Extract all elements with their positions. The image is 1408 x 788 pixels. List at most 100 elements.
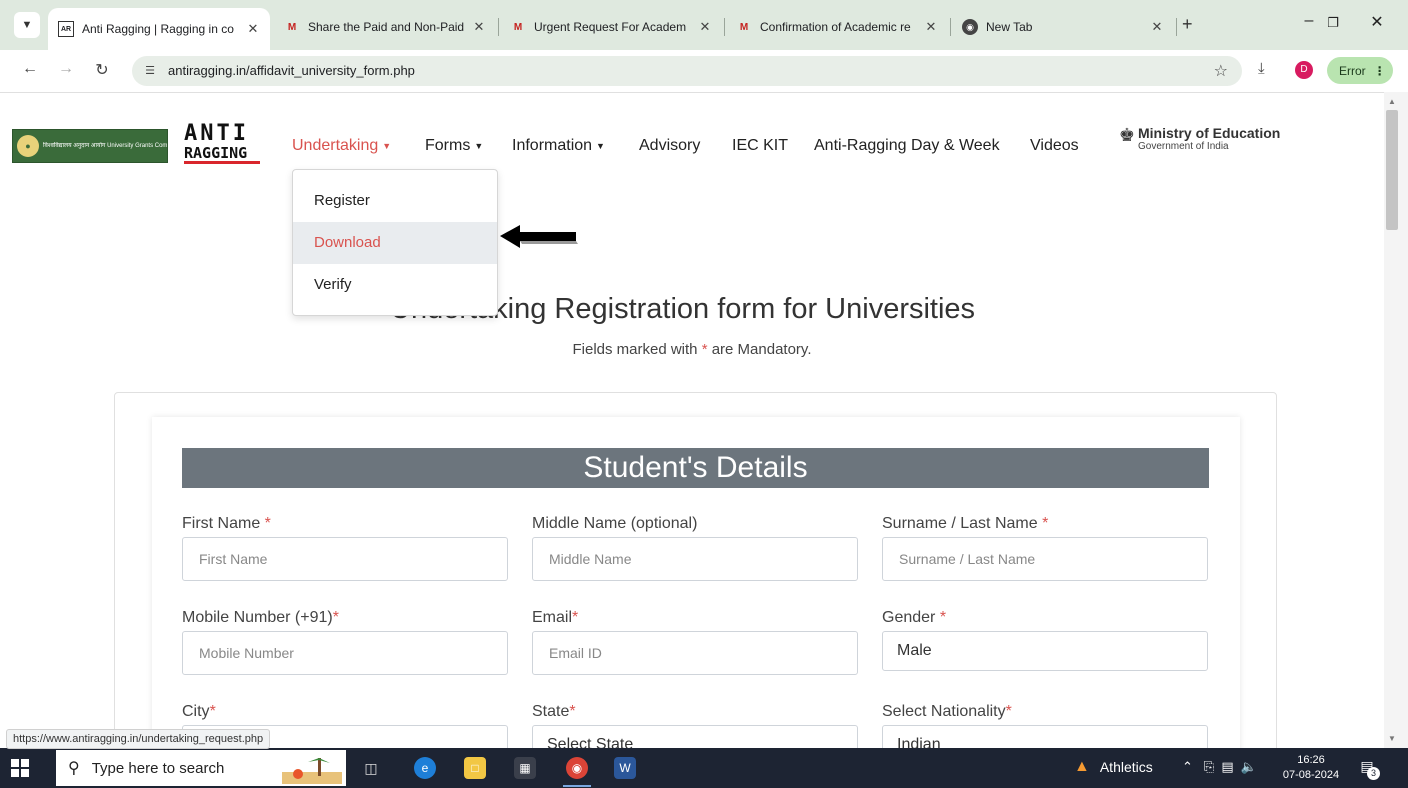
error-menu-button[interactable]: Error ⋮ xyxy=(1327,57,1393,84)
browser-tab-strip: ▼ AR Anti Ragging | Ragging in co ✕ M Sh… xyxy=(0,0,1408,50)
ugc-logo-text: विश्वविद्यालय अनुदान आयोग University Gra… xyxy=(43,143,167,149)
section-header-student-details: Student's Details xyxy=(182,448,1209,488)
tab-gmail-confirmation[interactable]: M Confirmation of Academic re ✕ xyxy=(726,10,948,44)
nav-videos[interactable]: Videos xyxy=(1030,137,1079,155)
label-text: City xyxy=(182,703,210,720)
national-emblem-icon: ♚ xyxy=(1118,125,1136,145)
anti-ragging-logo[interactable]: ANTI RAGGING xyxy=(184,123,264,167)
word-icon[interactable]: W xyxy=(614,757,636,779)
tab-gmail-share[interactable]: M Share the Paid and Non-Paid ✕ xyxy=(274,10,496,44)
task-view-icon[interactable]: ◫ xyxy=(360,757,382,779)
required-star: * xyxy=(1005,703,1012,720)
email-input[interactable]: Email ID xyxy=(532,631,858,675)
tab-title: New Tab xyxy=(986,20,1033,34)
reload-icon[interactable]: ↻ xyxy=(90,60,114,80)
dropdown-item-register[interactable]: Register xyxy=(293,180,497,222)
caret-down-icon: ▼ xyxy=(474,140,484,151)
taskbar-clock[interactable]: 16:26 07-08-2024 xyxy=(1278,753,1344,783)
nav-advisory[interactable]: Advisory xyxy=(639,137,700,155)
tab-search-button[interactable]: ▼ xyxy=(14,12,40,38)
nav-information[interactable]: Information ▼ xyxy=(512,137,605,155)
middle-name-label: Middle Name (optional) xyxy=(532,515,697,533)
url-text: antiragging.in/affidavit_university_form… xyxy=(168,63,415,78)
notification-center-icon[interactable]: ▤ 3 xyxy=(1356,758,1380,780)
mobile-number-input[interactable]: Mobile Number xyxy=(182,631,508,675)
edge-browser-icon[interactable]: e xyxy=(414,757,436,779)
weather-label: Athletics xyxy=(1099,759,1153,775)
clock-date: 07-08-2024 xyxy=(1282,769,1340,781)
required-star: * xyxy=(1042,515,1049,532)
gmail-icon: M xyxy=(287,21,297,33)
new-tab-button[interactable]: + xyxy=(1182,14,1193,35)
tab-title: Urgent Request For Academ xyxy=(534,20,687,34)
required-star: * xyxy=(939,609,947,626)
system-tray[interactable]: ⌃ ⎘ ▤ 🔈 xyxy=(1182,759,1257,775)
volume-icon[interactable]: 🔈 xyxy=(1241,759,1257,774)
address-bar[interactable]: ☰ antiragging.in/affidavit_university_fo… xyxy=(132,56,1242,86)
dropdown-item-verify[interactable]: Verify xyxy=(293,264,497,306)
label-text: First Name xyxy=(182,515,265,532)
network-icon[interactable]: ▤ xyxy=(1221,759,1233,774)
dropdown-item-download[interactable]: Download xyxy=(293,222,497,264)
windows-start-icon[interactable] xyxy=(10,758,30,778)
window-close-icon[interactable]: ✕ xyxy=(1362,12,1392,32)
ministry-of-education-logo[interactable]: ♚ Ministry of Education Government of In… xyxy=(1116,125,1280,159)
scroll-down-icon[interactable]: ▼ xyxy=(1388,734,1396,743)
chevron-up-icon[interactable]: ⌃ xyxy=(1182,759,1193,774)
tab-title: Confirmation of Academic re xyxy=(760,20,911,34)
microsoft-store-icon[interactable]: ▦ xyxy=(514,757,536,779)
nationality-select[interactable]: Indian xyxy=(882,725,1208,748)
close-icon[interactable]: ✕ xyxy=(472,19,486,35)
close-icon[interactable]: ✕ xyxy=(246,21,260,37)
mandatory-prefix: Fields marked with xyxy=(572,341,702,358)
label-text: Select Nationality xyxy=(882,703,1006,720)
weather-widget[interactable]: ▲ Athletics xyxy=(1074,758,1153,776)
surname-label: Surname / Last Name * xyxy=(882,515,1048,533)
label-text: Gender xyxy=(882,609,940,626)
close-icon[interactable]: ✕ xyxy=(1150,19,1164,35)
arrow-pointer-icon xyxy=(500,225,578,248)
nav-anti-ragging-day[interactable]: Anti-Ragging Day & Week xyxy=(814,137,1000,155)
tab-title: Anti Ragging | Ragging in co xyxy=(82,22,234,36)
close-icon[interactable]: ✕ xyxy=(924,19,938,35)
state-select[interactable]: Select State xyxy=(532,725,858,748)
nav-forms[interactable]: Forms ▼ xyxy=(425,137,483,155)
profile-avatar[interactable]: D xyxy=(1295,61,1313,79)
first-name-input[interactable]: First Name xyxy=(182,537,508,581)
gender-select[interactable]: Male xyxy=(882,631,1208,671)
surname-input[interactable]: Surname / Last Name xyxy=(882,537,1208,581)
screen: ▼ AR Anti Ragging | Ragging in co ✕ M Sh… xyxy=(0,0,1408,788)
tab-new-tab[interactable]: ◉ New Tab ✕ xyxy=(952,10,1174,44)
bookmark-star-icon[interactable]: ☆ xyxy=(1214,61,1228,81)
required-star: * xyxy=(209,703,216,720)
caret-down-icon: ▼ xyxy=(382,140,392,151)
city-label: City* xyxy=(182,703,216,721)
back-icon[interactable]: ← xyxy=(18,60,42,78)
meet-icon[interactable]: ⎘ xyxy=(1204,759,1214,774)
gender-label: Gender * xyxy=(882,609,946,627)
gmail-icon: M xyxy=(739,21,749,33)
nav-iec-kit[interactable]: IEC KIT xyxy=(732,137,788,155)
chrome-taskbar-icon[interactable]: ◉ xyxy=(566,757,588,779)
first-name-label: First Name * xyxy=(182,515,271,533)
tab-gmail-urgent[interactable]: M Urgent Request For Academ ✕ xyxy=(500,10,722,44)
label-text: State xyxy=(532,703,570,720)
taskbar-search-box[interactable]: ⚲ Type here to search xyxy=(56,750,346,786)
forward-icon[interactable]: → xyxy=(54,60,78,78)
scrollbar-thumb[interactable] xyxy=(1386,110,1398,230)
logo-line-2: RAGGING xyxy=(184,145,260,164)
tab-title: Share the Paid and Non-Paid xyxy=(308,20,465,34)
scroll-up-icon[interactable]: ▲ xyxy=(1388,97,1396,106)
nav-undertaking[interactable]: Undertaking ▼ xyxy=(292,137,391,155)
file-explorer-icon[interactable]: □ xyxy=(464,757,486,779)
notification-count-badge: 3 xyxy=(1367,767,1380,780)
site-settings-icon[interactable]: ☰ xyxy=(140,61,160,81)
restore-icon[interactable]: ❐ xyxy=(1318,15,1348,31)
ugc-logo[interactable]: ● विश्वविद्यालय अनुदान आयोग University G… xyxy=(12,129,168,163)
close-icon[interactable]: ✕ xyxy=(698,19,712,35)
download-icon[interactable]: ⤓ xyxy=(1258,60,1265,77)
middle-name-input[interactable]: Middle Name xyxy=(532,537,858,581)
tab-anti-ragging[interactable]: AR Anti Ragging | Ragging in co ✕ xyxy=(48,8,270,50)
ministry-title: Ministry of Education xyxy=(1138,125,1281,141)
page-viewport: ● विश्वविद्यालय अनुदान आयोग University G… xyxy=(0,92,1384,748)
